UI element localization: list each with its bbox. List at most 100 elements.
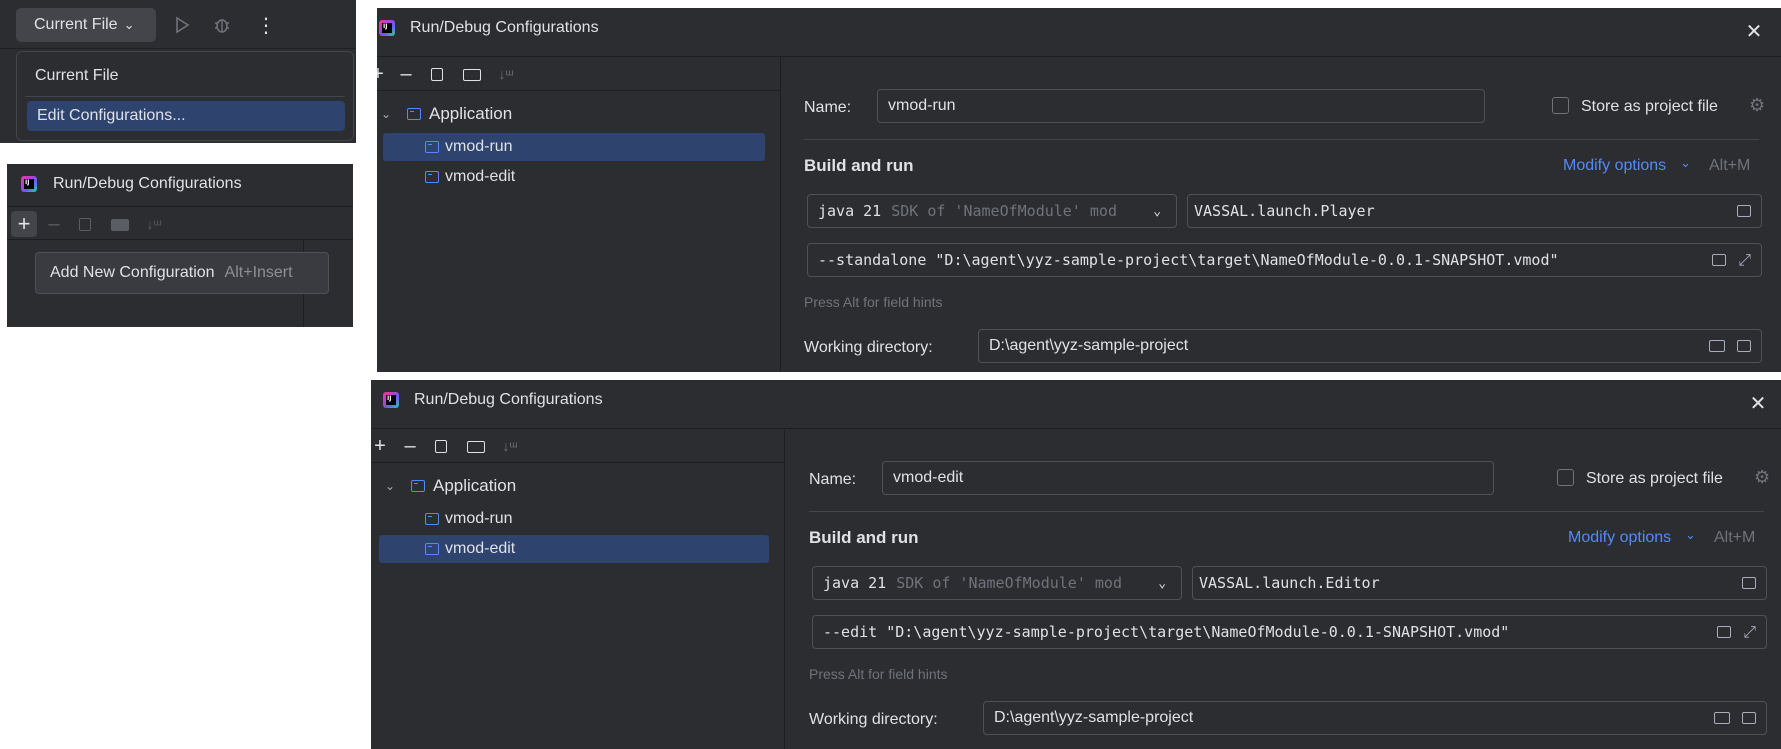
modify-options-shortcut: Alt+M xyxy=(1714,529,1756,546)
tree-toolbar: + – ↓ᵚ xyxy=(377,57,781,91)
document-icon[interactable] xyxy=(1742,577,1756,589)
name-label: Name: xyxy=(804,99,852,116)
tree-item-vmod-run[interactable]: vmod-run xyxy=(383,133,765,161)
tree-item-label: vmod-edit xyxy=(445,168,516,185)
expand-icon[interactable]: ⤢ xyxy=(1743,622,1756,642)
menu-separator xyxy=(25,96,345,97)
remove-icon[interactable]: – xyxy=(395,61,417,87)
program-arguments-field[interactable]: --edit "D:\agent\yyz-sample-project\targ… xyxy=(812,615,1767,649)
store-as-project-label: Store as project file xyxy=(1586,470,1723,487)
program-arguments-value: --standalone "D:\agent\yyz-sample-projec… xyxy=(818,251,1559,269)
menu-item-current-file[interactable]: Current File xyxy=(17,60,353,92)
run-icon[interactable] xyxy=(170,12,194,38)
store-as-project-checkbox[interactable] xyxy=(1552,97,1569,114)
application-icon xyxy=(411,480,425,492)
run-config-selector[interactable]: Current File ⌄ xyxy=(16,8,156,42)
small-dialog-toolbar: + – ↓ᵚ xyxy=(7,206,353,240)
folder-icon[interactable] xyxy=(1709,340,1725,352)
config-form: Name: vmod-edit Store as project file ⚙ … xyxy=(785,428,1781,749)
main-class-value: VASSAL.launch.Player xyxy=(1194,202,1375,220)
expand-icon[interactable]: ⤢ xyxy=(1738,250,1751,270)
sort-icon[interactable]: ↓ᵚ xyxy=(495,61,517,87)
modify-options-link[interactable]: Modify options xyxy=(1568,529,1671,547)
working-directory-field[interactable]: D:\agent\yyz-sample-project xyxy=(983,701,1767,735)
add-icon[interactable]: + xyxy=(11,211,37,237)
name-field[interactable]: vmod-run xyxy=(877,89,1485,123)
run-config-popup: Current File Edit Configurations... xyxy=(16,51,354,141)
tree-item-label: vmod-run xyxy=(445,510,513,527)
small-dialog-title: Run/Debug Configurations xyxy=(53,175,242,192)
dialog-titlebar: IJ Run/Debug Configurations xyxy=(371,380,1781,420)
config-tree-pane: + – ↓ᵚ ⌄ Application vmod-run vmod-edit xyxy=(371,428,785,749)
jdk-selector[interactable]: java 21 SDK of 'NameOfModule' mod ⌄ xyxy=(807,194,1177,228)
copy-icon[interactable] xyxy=(431,68,443,81)
more-options-icon[interactable]: ⋮ xyxy=(254,12,278,38)
store-as-project-checkbox[interactable] xyxy=(1557,469,1574,486)
section-separator xyxy=(804,139,1759,140)
field-hint: Press Alt for field hints xyxy=(804,294,943,310)
tooltip-shortcut: Alt+Insert xyxy=(224,264,293,281)
close-icon[interactable]: ✕ xyxy=(1741,18,1767,44)
copy-icon[interactable] xyxy=(435,440,447,453)
program-arguments-value: --edit "D:\agent\yyz-sample-project\targ… xyxy=(823,623,1510,641)
section-title: Build and run xyxy=(804,156,914,175)
menu-item-edit-configurations[interactable]: Edit Configurations... xyxy=(27,101,345,131)
tree-item-vmod-run[interactable]: vmod-run xyxy=(379,505,769,533)
tooltip-label: Add New Configuration xyxy=(50,264,215,281)
document-icon[interactable] xyxy=(1737,340,1751,352)
name-field[interactable]: vmod-edit xyxy=(882,461,1494,495)
document-icon[interactable] xyxy=(1737,205,1751,217)
close-icon[interactable]: ✕ xyxy=(1745,390,1771,416)
modify-options-shortcut: Alt+M xyxy=(1709,157,1751,174)
jdk-hint: SDK of 'NameOfModule' mod xyxy=(891,202,1117,220)
tree-toolbar: + – ↓ᵚ xyxy=(371,429,785,463)
intellij-logo-icon: IJ xyxy=(21,176,37,192)
run-debug-dialog-2: IJ Run/Debug Configurations ✕ + – ↓ᵚ ⌄ A… xyxy=(371,380,1781,749)
tree-node-label: Application xyxy=(429,104,513,123)
document-icon[interactable] xyxy=(1742,712,1756,724)
debug-icon[interactable] xyxy=(210,12,234,38)
program-arguments-field[interactable]: --standalone "D:\agent\yyz-sample-projec… xyxy=(807,243,1762,277)
new-folder-icon[interactable] xyxy=(467,441,485,453)
jdk-name: java 21 xyxy=(823,574,887,592)
tree-item-vmod-edit[interactable]: vmod-edit xyxy=(383,163,765,191)
working-directory-label: Working directory: xyxy=(804,339,933,356)
main-class-field[interactable]: VASSAL.launch.Player xyxy=(1187,194,1762,228)
name-value: vmod-edit xyxy=(893,469,964,486)
config-form: Name: vmod-run Store as project file ⚙ B… xyxy=(781,56,1781,372)
folder-icon[interactable] xyxy=(1714,712,1730,724)
remove-icon[interactable]: – xyxy=(43,211,65,237)
name-value: vmod-run xyxy=(888,97,956,114)
add-icon[interactable]: + xyxy=(377,61,385,87)
working-directory-value: D:\agent\yyz-sample-project xyxy=(994,709,1194,726)
remove-icon[interactable]: – xyxy=(399,433,421,459)
menu-item-label: Edit Configurations... xyxy=(37,107,186,124)
copy-icon[interactable] xyxy=(79,218,91,231)
chevron-down-icon: ⌄ xyxy=(1158,575,1167,591)
document-icon[interactable] xyxy=(1712,254,1727,266)
sort-icon[interactable]: ↓ᵚ xyxy=(499,433,521,459)
toolbar-panel: Current File ⌄ ⋮ Current File Edit Confi… xyxy=(0,0,356,143)
modify-options-link[interactable]: Modify options xyxy=(1563,157,1666,175)
main-class-field[interactable]: VASSAL.launch.Editor xyxy=(1192,566,1767,600)
gear-icon[interactable]: ⚙ xyxy=(1754,467,1770,488)
configuration-icon xyxy=(425,141,439,153)
working-directory-label: Working directory: xyxy=(809,711,938,728)
menu-item-label: Current File xyxy=(35,67,119,84)
application-icon xyxy=(407,108,421,120)
configuration-icon xyxy=(425,543,439,555)
tree-node-application[interactable]: ⌄ Application xyxy=(385,473,516,499)
new-folder-icon[interactable] xyxy=(463,69,481,81)
gear-icon[interactable]: ⚙ xyxy=(1749,95,1765,116)
folder-icon[interactable] xyxy=(111,219,129,231)
jdk-selector[interactable]: java 21 SDK of 'NameOfModule' mod ⌄ xyxy=(812,566,1182,600)
tree-item-vmod-edit[interactable]: vmod-edit xyxy=(379,535,769,563)
working-directory-field[interactable]: D:\agent\yyz-sample-project xyxy=(978,329,1762,363)
tree-node-application[interactable]: ⌄ Application xyxy=(381,101,512,127)
add-icon[interactable]: + xyxy=(371,433,389,459)
run-debug-dialog-1: IJ Run/Debug Configurations ✕ + – ↓ᵚ ⌄ A… xyxy=(377,8,1781,372)
store-as-project-label: Store as project file xyxy=(1581,98,1718,115)
sort-icon[interactable]: ↓ᵚ xyxy=(143,211,165,237)
dialog-title: Run/Debug Configurations xyxy=(410,19,599,36)
document-icon[interactable] xyxy=(1717,626,1732,638)
